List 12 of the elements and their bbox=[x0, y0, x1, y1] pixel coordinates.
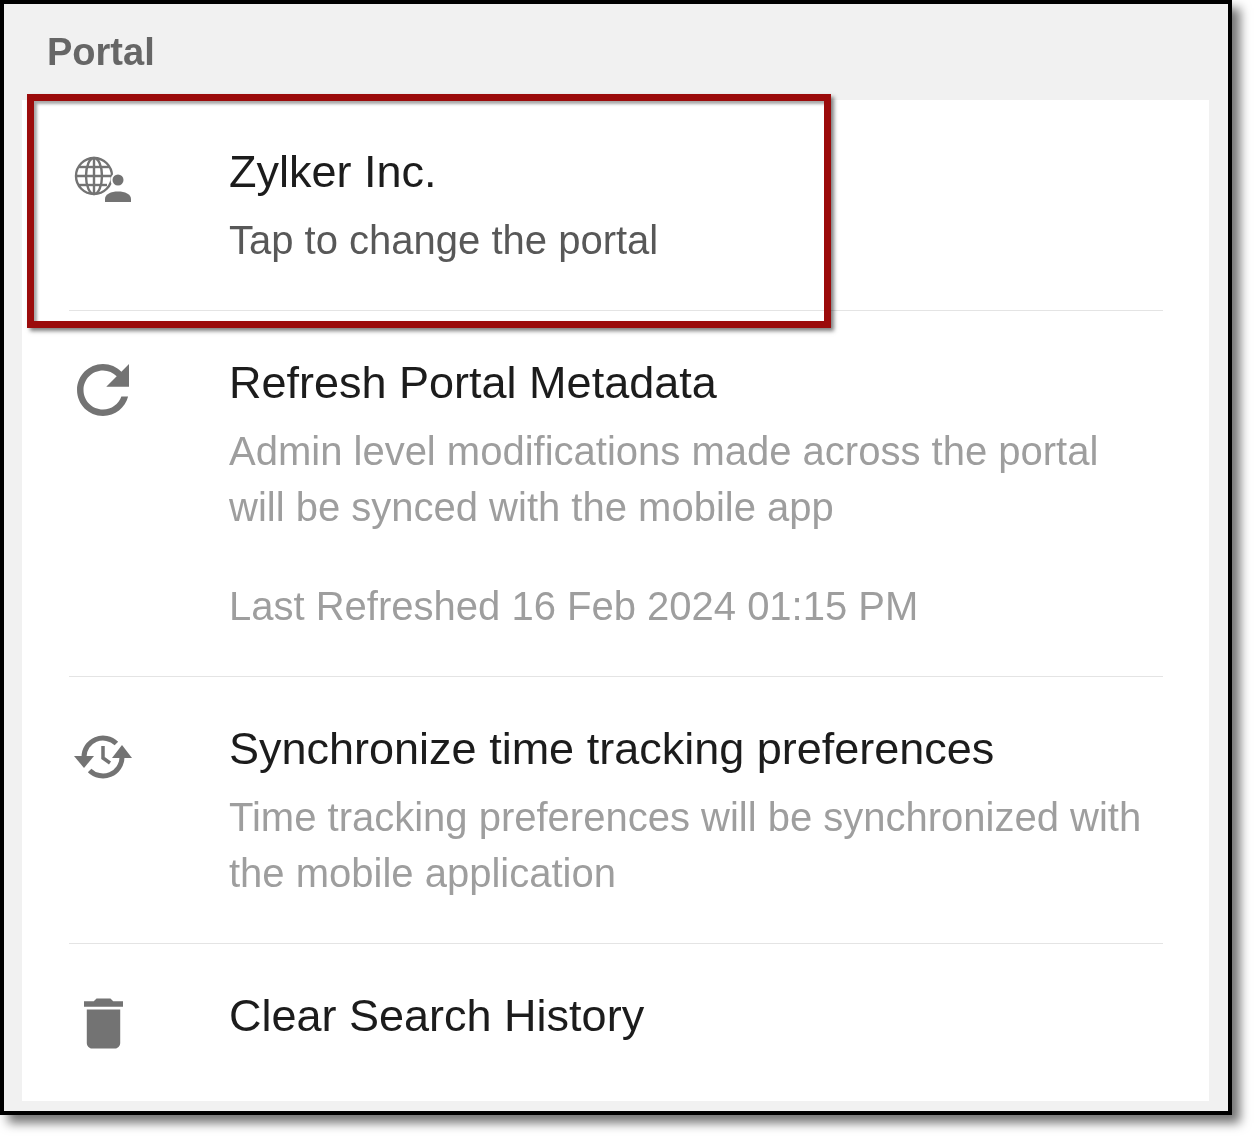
item-subtitle: Tap to change the portal bbox=[229, 217, 660, 264]
section-title: Portal bbox=[47, 33, 155, 71]
trash-icon bbox=[83, 997, 123, 1049]
item-title: Clear Search History bbox=[229, 989, 646, 1043]
item-title: Refresh Portal Metadata bbox=[229, 356, 718, 410]
item-title: Synchronize time tracking preferences bbox=[229, 722, 996, 776]
item-description: Admin level modifications made across the portal will be synced with the mobile app bbox=[229, 428, 1100, 531]
refresh-icon bbox=[77, 364, 129, 416]
globe-person-icon bbox=[74, 156, 132, 202]
last-refreshed-text: Last Refreshed 16 Feb 2024 01:15 PM bbox=[229, 583, 920, 630]
item-title: Zylker Inc. bbox=[229, 145, 438, 199]
item-description: Time tracking preferences will be synchronized with the mobile application bbox=[229, 794, 1143, 897]
